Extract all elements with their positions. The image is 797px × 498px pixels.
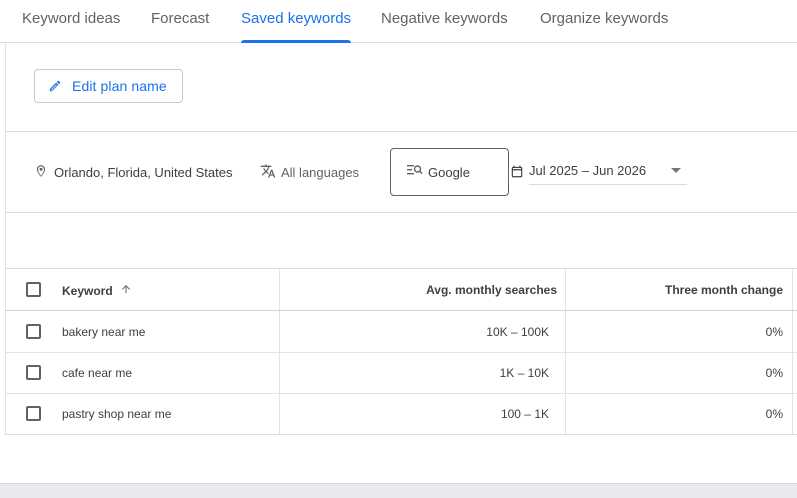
keyword-column-header[interactable]: Keyword [62,283,132,298]
keyword-cell: bakery near me [62,325,146,339]
pencil-icon [48,79,62,93]
three-month-change-cell: 0% [765,325,783,339]
table-bottom-border [5,434,797,435]
section-divider [5,131,797,132]
tab-keyword-ideas[interactable]: Keyword ideas [22,0,120,42]
table-header-border [5,310,797,311]
tab-forecast[interactable]: Forecast [151,0,209,42]
search-network-label: Google [428,164,470,180]
row-checkbox[interactable] [26,406,41,421]
search-network-filter[interactable]: Google [390,148,509,196]
table-top-border [5,268,797,269]
avg-monthly-searches-cell: 1K – 10K [499,366,549,380]
edit-plan-name-button[interactable]: Edit plan name [34,69,183,103]
keyword-cell: pastry shop near me [62,407,172,421]
row-divider [5,352,797,353]
translate-icon [260,163,276,182]
location-filter[interactable]: Orlando, Florida, United States [34,160,232,184]
three-month-change-cell: 0% [765,366,783,380]
row-checkbox[interactable] [26,365,41,380]
row-checkbox[interactable] [26,324,41,339]
keyword-header-label: Keyword [62,283,113,298]
search-network-icon [407,163,423,181]
section-divider [5,212,797,213]
tab-bar: Keyword ideas Forecast Saved keywords Ne… [0,0,797,43]
avg-monthly-searches-cell: 10K – 100K [486,325,549,339]
three-month-change-cell: 0% [765,407,783,421]
avg-monthly-searches-cell: 100 – 1K [500,407,549,421]
tab-organize-keywords[interactable]: Organize keywords [540,0,668,42]
location-label: Orlando, Florida, United States [54,164,233,180]
tab-negative-keywords[interactable]: Negative keywords [381,0,508,42]
location-pin-icon [34,164,48,181]
row-divider [5,393,797,394]
language-label: All languages [281,164,360,180]
select-all-checkbox[interactable] [26,282,41,297]
calendar-icon [510,164,524,184]
language-filter[interactable]: All languages [260,160,359,184]
edit-plan-name-label: Edit plan name [72,78,167,94]
date-range-dropdown[interactable]: Jul 2025 – Jun 2026 [529,160,687,185]
tab-saved-keywords[interactable]: Saved keywords [241,0,352,43]
dropdown-arrow-icon [671,168,681,173]
date-range-label: Jul 2025 – Jun 2026 [529,163,647,178]
keyword-cell: cafe near me [62,366,133,380]
panel-left-border [5,43,6,435]
avg-monthly-searches-header[interactable]: Avg. monthly searches [426,283,557,297]
three-month-change-header[interactable]: Three month change [665,283,783,297]
sort-ascending-icon [113,283,132,298]
page-footer-strip [0,483,797,498]
